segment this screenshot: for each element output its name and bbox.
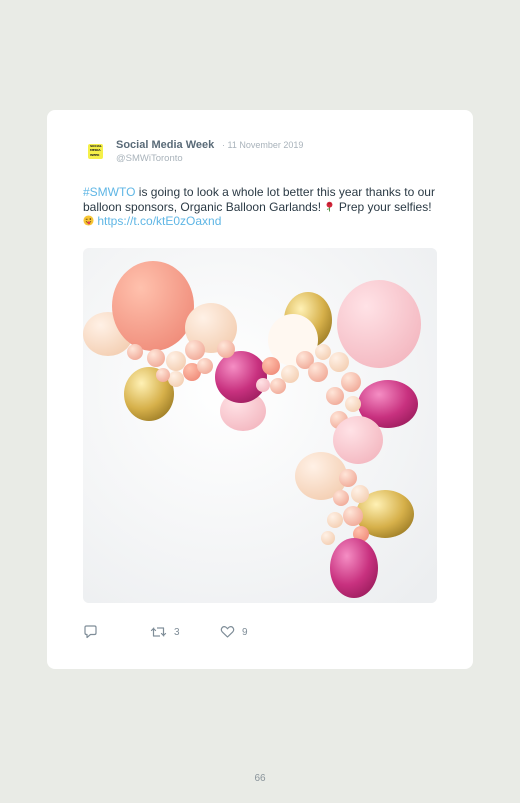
heart-icon bbox=[220, 626, 235, 638]
balloon-garland-image bbox=[83, 248, 437, 603]
reply-icon bbox=[84, 625, 97, 639]
winking-tongue-emoji-icon bbox=[83, 215, 94, 226]
balloon-garland-photo[interactable] bbox=[83, 248, 437, 603]
page-number: 66 bbox=[254, 773, 266, 784]
like-count: 9 bbox=[242, 626, 248, 638]
rose-emoji-icon bbox=[327, 201, 333, 212]
tweet-card: SOCIAL MEDIA WEEK Social Media Week · 11… bbox=[47, 110, 473, 669]
retweet-button[interactable]: 3 bbox=[150, 624, 180, 640]
like-button[interactable]: 9 bbox=[220, 624, 248, 640]
tweet-date[interactable]: · 11 November 2019 bbox=[222, 140, 303, 150]
author-handle[interactable]: @SMWiToronto bbox=[116, 153, 183, 164]
hashtag-link[interactable]: #SMWTO bbox=[83, 185, 135, 199]
author-name[interactable]: Social Media Week bbox=[116, 139, 214, 151]
tweet-text: #SMWTO is going to look a whole lot bett… bbox=[83, 185, 445, 229]
avatar[interactable]: SOCIAL MEDIA WEEK bbox=[88, 144, 103, 159]
avatar-text-3: WEEK bbox=[90, 152, 100, 157]
tweet-link[interactable]: https://t.co/ktE0zOaxnd bbox=[97, 214, 221, 228]
retweet-count: 3 bbox=[174, 626, 180, 638]
reply-button[interactable] bbox=[83, 624, 105, 640]
tweet-actions: 3 9 bbox=[83, 624, 443, 640]
retweet-icon bbox=[150, 627, 167, 637]
tweet-text-part2: Prep your selfies! bbox=[335, 199, 432, 214]
